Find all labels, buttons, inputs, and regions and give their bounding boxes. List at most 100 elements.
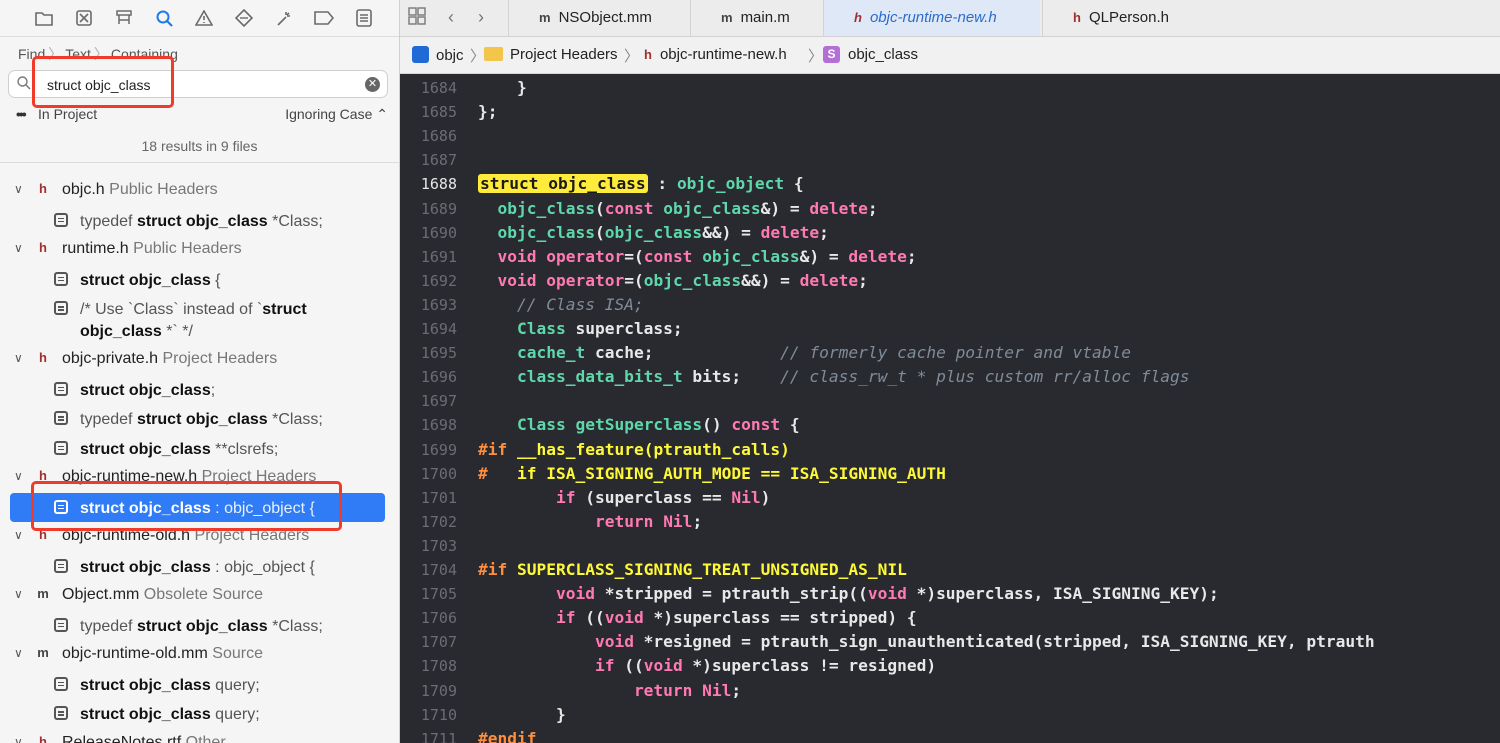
result-file-row[interactable]: ∨ h ReleaseNotes.rtf Other (0, 729, 399, 743)
jump-bar-group[interactable]: Project Headers (484, 46, 618, 63)
code-line[interactable]: 1697 (400, 389, 1500, 413)
tag-icon[interactable] (304, 0, 344, 36)
code-line[interactable]: 1704 #if SUPERCLASS_SIGNING_TREAT_UNSIGNE… (400, 558, 1500, 582)
line-code: cache_t cache; // formerly cache pointer… (516, 343, 1131, 363)
result-file-label: objc.h Public Headers (62, 181, 218, 199)
code-line[interactable]: 1701 if (superclass == Nil) (400, 486, 1500, 510)
list-icon[interactable] (344, 0, 384, 36)
result-file-row[interactable]: ∨ h objc.h Public Headers (0, 176, 399, 206)
code-line[interactable]: 1693 // Class ISA; (400, 293, 1500, 317)
code-line[interactable]: 1707 void *resigned = ptrauth_sign_unaut… (400, 630, 1500, 654)
code-line[interactable]: 1711 #endif (400, 727, 1500, 743)
disclosure-chevron-icon[interactable]: ∨ (14, 351, 23, 365)
code-line[interactable]: 1686 (400, 124, 1500, 148)
match-suffix: *Class; (267, 617, 323, 635)
file-name: ReleaseNotes.rtf (62, 733, 182, 743)
search-icon[interactable] (144, 0, 184, 36)
tab-nsobject[interactable]: m NSObject.mm (508, 0, 709, 36)
line-code: Class getSuperclass() const { (516, 415, 800, 435)
code-line[interactable]: 1702 return Nil; (400, 510, 1500, 534)
line-code: #endif (478, 728, 537, 743)
result-match-row[interactable]: struct objc_class query; (0, 670, 399, 700)
disclosure-chevron-icon[interactable]: ∨ (14, 587, 23, 601)
line-code: void operator=(objc_class&&) = delete; (497, 270, 868, 290)
clear-search-icon[interactable]: ✕ (365, 77, 380, 92)
tab-qlperson[interactable]: h QLPerson.h (1042, 0, 1203, 36)
result-match-row[interactable]: struct objc_class query; (0, 699, 399, 729)
jump-bar-symbol[interactable]: Sobjc_class (823, 46, 918, 63)
m-file-icon: m (539, 10, 551, 25)
jump-bar-label: objc (436, 47, 464, 64)
result-file-row[interactable]: ∨ h objc-private.h Project Headers (0, 345, 399, 375)
line-number: 1708 (420, 657, 457, 676)
result-file-row[interactable]: ∨ m Object.mm Obsolete Source (0, 581, 399, 611)
result-match-row[interactable]: struct objc_class { (0, 265, 399, 295)
result-file-row[interactable]: ∨ h runtime.h Public Headers (0, 235, 399, 265)
code-line[interactable]: 1691 void operator=(const objc_class&) =… (400, 245, 1500, 269)
code-area[interactable]: 1684 } 1685}; 1686 1687 1688 struct objc_clas… (400, 76, 1500, 743)
result-match-row[interactable]: /* Use `Class` instead of `struct objc_c… (0, 294, 399, 345)
disclosure-chevron-icon[interactable]: ∨ (14, 469, 23, 483)
code-line[interactable]: 1690 objc_class(objc_class&&) = delete; (400, 221, 1500, 245)
file-group: Other (185, 733, 226, 743)
tab-objc-runtime-new[interactable]: h objc-runtime-new.h (823, 0, 1040, 36)
jump-bar: objc 〉 Project Headers 〉 h objc-runtime-n… (400, 37, 1500, 74)
file-name: runtime.h (62, 240, 129, 257)
result-file-row[interactable]: ∨ m objc-runtime-old.mm Source (0, 640, 399, 670)
jump-bar-file[interactable]: h objc-runtime-new.h (644, 46, 787, 63)
x-square-icon[interactable] (64, 0, 104, 36)
tab-main[interactable]: m main.m (690, 0, 821, 36)
folder-icon[interactable] (24, 0, 64, 36)
warning-icon[interactable] (184, 0, 224, 36)
result-match-row[interactable]: struct objc_class : objc_object { (0, 552, 399, 582)
m-file-icon: m (721, 10, 733, 25)
disclosure-chevron-icon[interactable]: ∨ (14, 182, 23, 196)
match-suffix: *` */ (161, 323, 193, 340)
code-line[interactable]: 1703 (400, 534, 1500, 558)
line-code: #if __has_feature(ptrauth_calls) (478, 439, 790, 459)
code-line[interactable]: 1694 Class superclass; (400, 317, 1500, 341)
code-line[interactable]: 1688 struct objc_class : objc_object { (400, 172, 1500, 196)
match-suffix: : objc_object { (210, 558, 315, 576)
code-line[interactable]: 1705 void *stripped = ptrauth_strip((voi… (400, 582, 1500, 606)
result-match-row[interactable]: typedef struct objc_class *Class; (0, 611, 399, 641)
jump-bar-project[interactable]: objc (412, 46, 464, 64)
match-prefix: typedef (80, 617, 137, 635)
wand-icon[interactable] (264, 0, 304, 36)
case-option[interactable]: Ignoring Case ⌃ (285, 106, 388, 123)
code-line[interactable]: 1696 class_data_bits_t bits; // class_rw… (400, 365, 1500, 389)
code-line[interactable]: 1699 #if __has_feature(ptrauth_calls) (400, 438, 1500, 462)
result-match-row[interactable]: struct objc_class **clsrefs; (0, 434, 399, 464)
disclosure-chevron-icon[interactable]: ∨ (14, 528, 23, 542)
disclosure-chevron-icon[interactable]: ∨ (14, 735, 23, 743)
code-line[interactable]: 1692 void operator=(objc_class&&) = dele… (400, 269, 1500, 293)
code-line[interactable]: 1708 if ((void *)superclass != resigned) (400, 654, 1500, 678)
code-line[interactable]: 1687 (400, 148, 1500, 172)
code-line[interactable]: 1710 } (400, 703, 1500, 727)
code-line[interactable]: 1706 if ((void *)superclass == stripped)… (400, 606, 1500, 630)
match-suffix: { (210, 271, 221, 289)
code-line[interactable]: 1689 objc_class(const objc_class&) = del… (400, 197, 1500, 221)
match-text: struct objc_class query; (80, 704, 380, 726)
disclosure-chevron-icon[interactable]: ∨ (14, 241, 23, 255)
code-line[interactable]: 1685}; (400, 100, 1500, 124)
code-line[interactable]: 1698 Class getSuperclass() const { (400, 413, 1500, 437)
code-line[interactable]: 1709 return Nil; (400, 679, 1500, 703)
code-line[interactable]: 1700 # if ISA_SIGNING_AUTH_MODE == ISA_SI… (400, 462, 1500, 486)
grid-icon[interactable] (408, 7, 426, 30)
match-text: struct objc_class; (80, 380, 380, 402)
magnifier-icon (17, 76, 31, 93)
result-match-row[interactable]: typedef struct objc_class *Class; (0, 404, 399, 434)
line-number: 1685 (420, 103, 457, 122)
diamond-icon[interactable] (224, 0, 264, 36)
hierarchy-icon[interactable] (104, 0, 144, 36)
forward-chevron-icon[interactable]: › (478, 7, 484, 28)
result-match-row[interactable]: typedef struct objc_class *Class; (0, 206, 399, 236)
disclosure-chevron-icon[interactable]: ∨ (14, 646, 23, 660)
case-label[interactable]: Ignoring Case (285, 106, 372, 122)
code-line[interactable]: 1684 } (400, 76, 1500, 100)
result-match-row[interactable]: struct objc_class; (0, 375, 399, 405)
scope-label[interactable]: In Project (38, 106, 97, 122)
back-chevron-icon[interactable]: ‹ (448, 7, 454, 28)
code-line[interactable]: 1695 cache_t cache; // formerly cache po… (400, 341, 1500, 365)
